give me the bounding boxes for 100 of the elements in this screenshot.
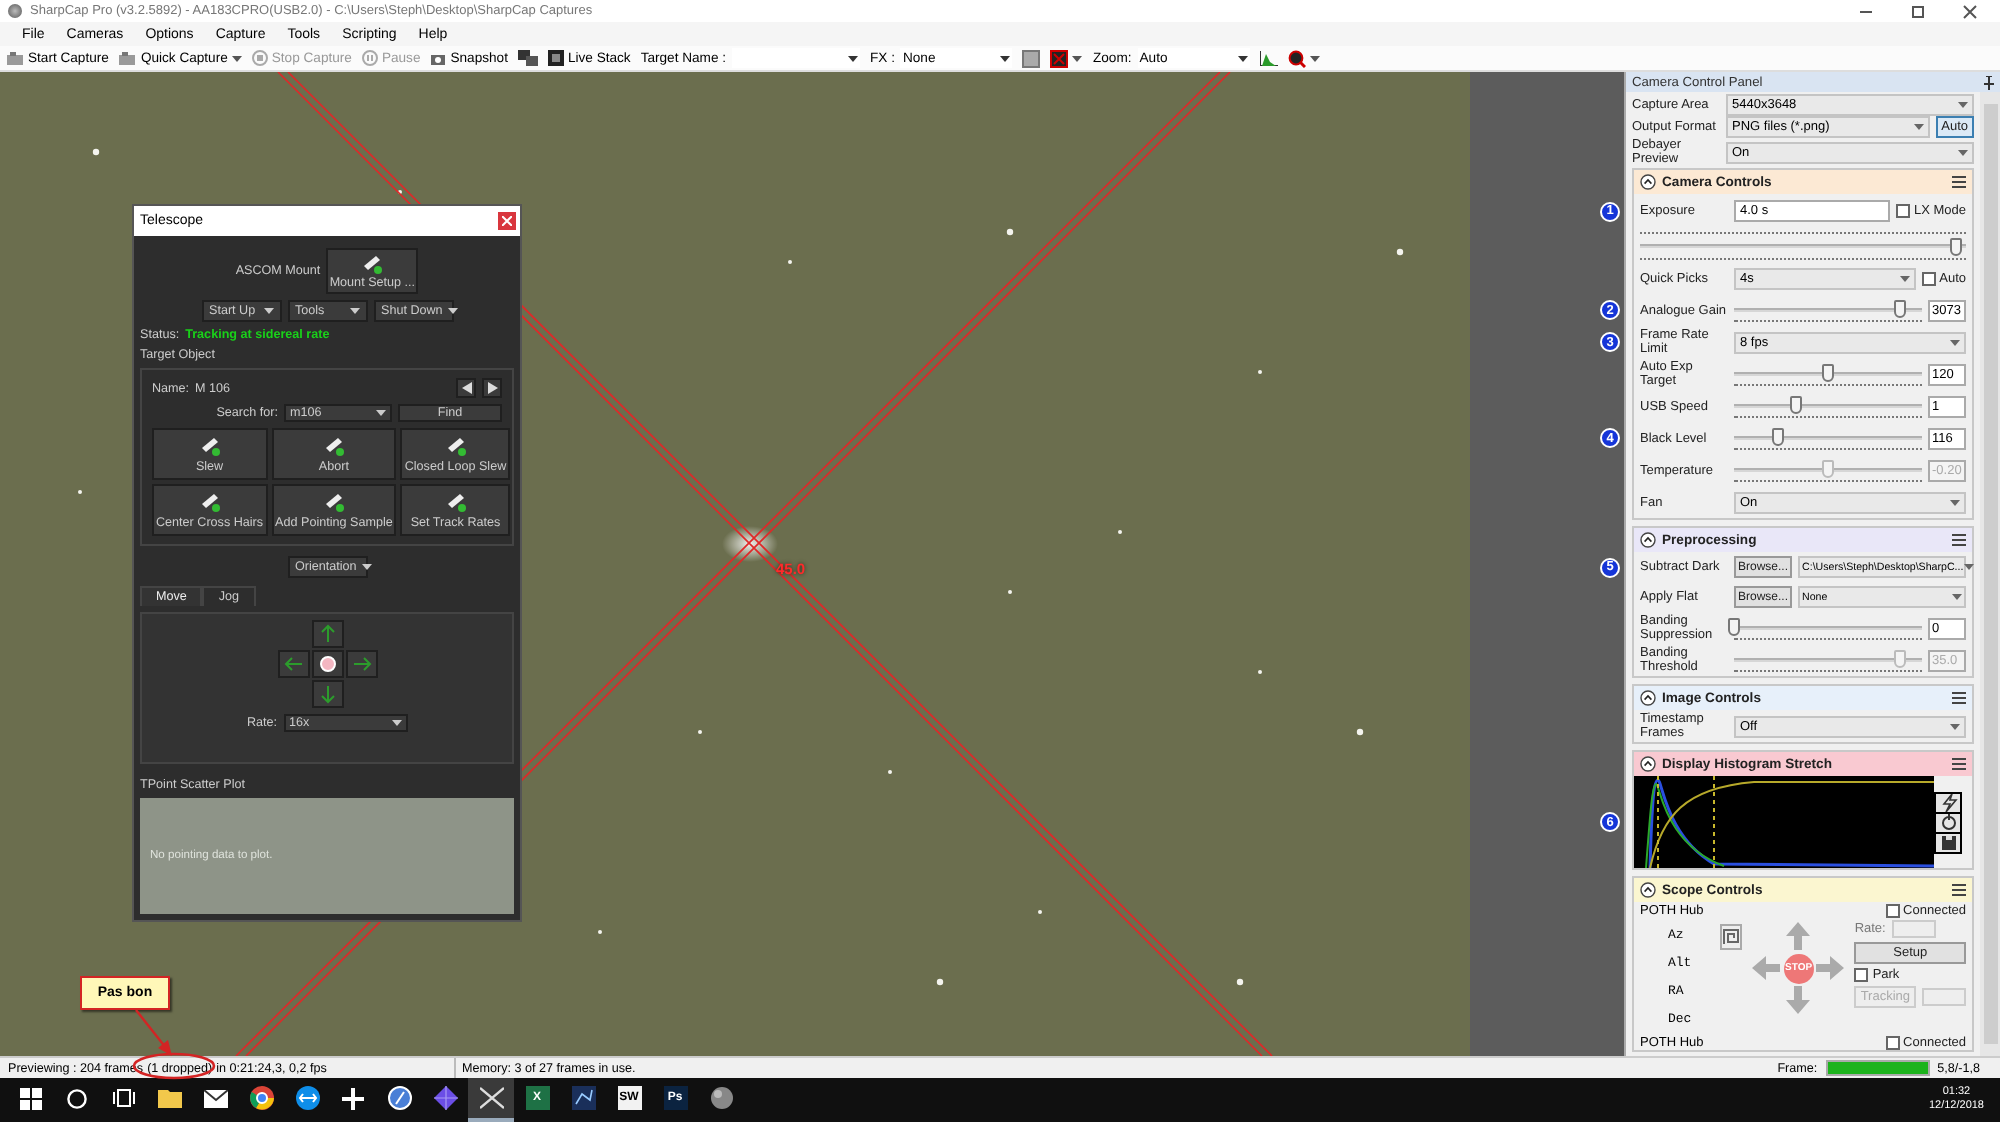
checkbox[interactable]: [1885, 1035, 1900, 1049]
telescope-icon: [199, 435, 220, 455]
toolbar-button[interactable]: [517, 50, 538, 66]
menu-icon: [1952, 176, 1966, 188]
left-button[interactable]: [277, 650, 309, 678]
telescope-icon: [199, 491, 220, 511]
taskbar-button[interactable]: [468, 1078, 514, 1122]
arrow-icon: [1750, 952, 1783, 984]
slider-track[interactable]: [1734, 298, 1922, 322]
slider-thumb[interactable]: [1790, 396, 1803, 414]
down-button[interactable]: [311, 680, 343, 708]
next-button[interactable]: [482, 378, 502, 398]
toolbar-button[interactable]: [1259, 50, 1278, 66]
center-button[interactable]: [311, 650, 343, 678]
spiral-icon: [1722, 928, 1741, 946]
menu-icon: [1952, 534, 1966, 546]
previous-button[interactable]: [456, 378, 476, 398]
histogram-icon: [1259, 50, 1278, 66]
pointer-arrow: [135, 1009, 172, 1056]
right-button[interactable]: [345, 650, 377, 678]
pause-icon: [361, 50, 378, 66]
save-icon: [1939, 833, 1957, 851]
caret-icon: [1000, 55, 1011, 61]
camera-icon: [118, 51, 137, 65]
spiral-button[interactable]: [1720, 924, 1743, 950]
close-button[interactable]: [498, 212, 516, 230]
histogram-tool-button[interactable]: [1936, 793, 1960, 811]
circle-icon: [319, 656, 335, 672]
compass-icon: [387, 1086, 411, 1110]
collapse-icon: [1640, 756, 1656, 772]
arrow-icon: [351, 654, 371, 674]
caret-icon: [1958, 149, 1968, 155]
grid-icon: [20, 1087, 42, 1109]
histogram-tool-button[interactable]: [1936, 833, 1960, 851]
slider-track[interactable]: [1640, 232, 1966, 260]
envelope-icon: [203, 1089, 227, 1107]
histogram-tool-button[interactable]: [1936, 813, 1960, 831]
slider-track[interactable]: [1734, 616, 1922, 640]
disc-icon: [709, 1086, 733, 1110]
scroll-thumb[interactable]: [1983, 104, 1997, 1044]
collapse-icon: [1640, 174, 1656, 190]
triangle-right-icon: [487, 382, 497, 394]
up-button[interactable]: [311, 620, 343, 648]
telescope-icon: [323, 435, 344, 455]
arrow-icon: [1782, 984, 1815, 1016]
round-logo-icon: [249, 1086, 273, 1110]
crossed-square-icon: [1050, 49, 1069, 67]
lightning-icon: [1939, 793, 1957, 811]
scrollbar[interactable]: [1980, 92, 2000, 1056]
arrow-icon: [317, 684, 337, 704]
checkbox[interactable]: [1885, 904, 1900, 918]
dropdown-field[interactable]: [732, 48, 861, 68]
camera-icon: [6, 51, 24, 65]
caret-icon: [1899, 276, 1910, 282]
caret-icon: [231, 55, 242, 61]
close-icon: [502, 216, 512, 226]
caret-icon: [1072, 55, 1083, 61]
slider-thumb[interactable]: [1822, 364, 1834, 382]
caret-icon: [1950, 723, 1960, 729]
collapse-icon: [1640, 532, 1656, 548]
slider-thumb[interactable]: [1728, 618, 1740, 636]
slider-track[interactable]: [1734, 648, 1922, 672]
triangle-left-icon: [461, 382, 471, 394]
app-logo-icon: [8, 4, 22, 18]
arrow-icon: [317, 624, 337, 644]
crossed-lines-icon: [479, 1086, 503, 1110]
magnifier-icon: [1287, 49, 1306, 67]
slider-track[interactable]: [1734, 394, 1922, 418]
slider-thumb[interactable]: [1893, 300, 1906, 318]
collapse-icon: [1640, 882, 1656, 898]
caret-icon: [349, 308, 359, 314]
collapse-icon: [1640, 690, 1656, 706]
tracking-dropdown[interactable]: [1922, 988, 1966, 1006]
checkbox[interactable]: [1854, 968, 1869, 982]
slider-track[interactable]: [1734, 362, 1922, 386]
caret-icon: [1913, 124, 1924, 130]
menu-icon: [1952, 692, 1966, 704]
slider-thumb[interactable]: [1950, 238, 1963, 256]
caret-icon: [263, 308, 273, 314]
slider-track[interactable]: [1734, 426, 1922, 450]
arrow-icon: [1814, 952, 1847, 984]
arrow-icon: [283, 654, 303, 674]
slider-thumb[interactable]: [1771, 428, 1784, 446]
arrow-icon: [1782, 920, 1815, 952]
toolbar-button[interactable]: [1287, 49, 1320, 67]
caret-icon: [1309, 55, 1320, 61]
toolbar-button[interactable]: [1050, 49, 1083, 67]
caret-icon: [376, 410, 386, 416]
constellation-icon: [571, 1086, 595, 1110]
caret-icon: [448, 308, 459, 314]
menu-icon: [1952, 758, 1966, 770]
slider-track[interactable]: [1734, 458, 1922, 482]
caret-icon: [1958, 102, 1968, 108]
restore-icon: [1908, 3, 1928, 19]
pin-icon: [1984, 75, 1994, 89]
caret-icon: [391, 720, 402, 726]
reset-icon: [1939, 813, 1957, 831]
telescope-icon: [445, 435, 466, 455]
checkbox[interactable]: [1895, 204, 1910, 218]
checkbox[interactable]: [1921, 272, 1936, 286]
